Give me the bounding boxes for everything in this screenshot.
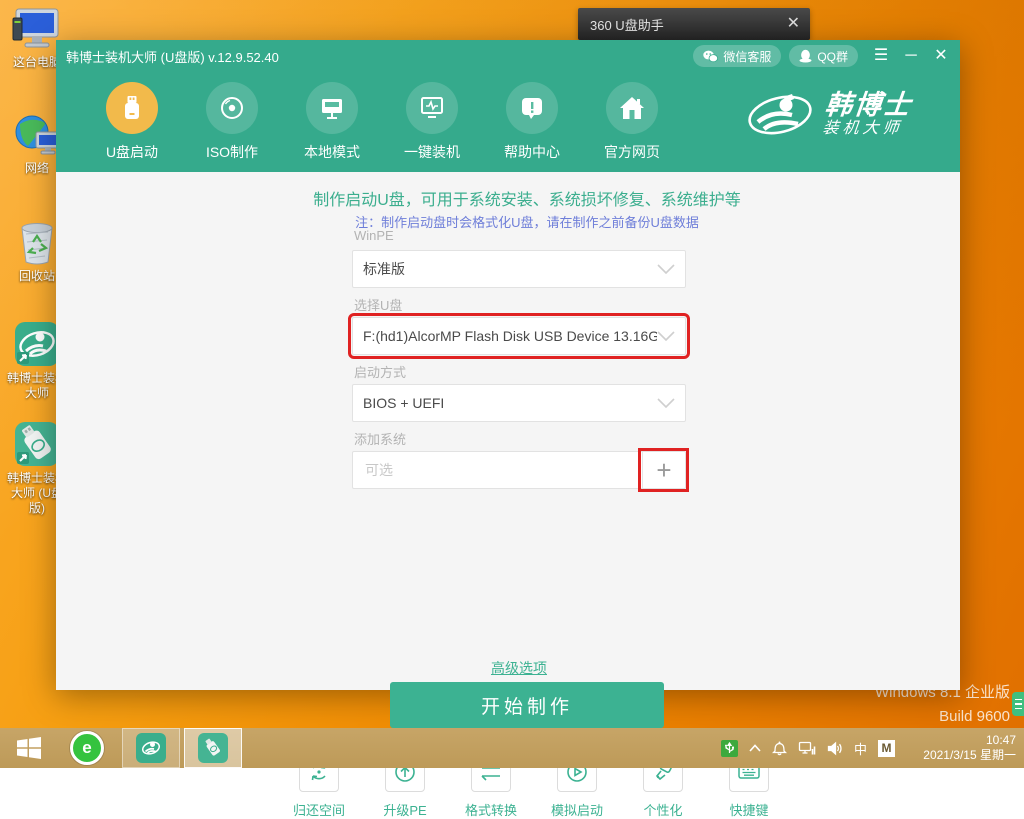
hanboshi-usb-app-icon — [198, 733, 228, 763]
advanced-options-container: 高级选项 — [352, 658, 686, 678]
taskbar-app-hanboshi[interactable] — [122, 728, 180, 768]
nav-item-one-key-install[interactable]: 一键装机 — [392, 82, 472, 162]
nav-label: 官方网页 — [592, 142, 672, 162]
tool-label: 归还空间 — [279, 800, 359, 819]
nav-label: 本地模式 — [292, 142, 372, 162]
winpe-select[interactable]: 标准版 — [352, 250, 686, 288]
computer-icon — [12, 6, 62, 52]
recycle-bin-icon — [14, 218, 60, 266]
hanboshi-usb-app-icon — [13, 420, 61, 468]
usb-select-value: F:(hd1)AlcorMP Flash Disk USB Device 13.… — [363, 328, 657, 344]
hanboshi-app-icon — [136, 733, 166, 763]
close-icon[interactable]: ✕ — [787, 16, 800, 32]
usb-helper-bar: 360 U盘助手 ✕ — [578, 8, 810, 40]
boot-mode-select[interactable]: BIOS + UEFI — [352, 384, 686, 422]
browser-e-icon: e — [82, 738, 91, 758]
minimize-button[interactable]: ─ — [896, 40, 926, 72]
nav-item-iso-create[interactable]: ISO制作 — [192, 82, 272, 162]
boot-mode-label: 启动方式 — [354, 362, 686, 380]
hanboshi-logo-icon — [746, 88, 814, 142]
start-button[interactable] — [0, 728, 58, 768]
network-tray-icon[interactable] — [798, 741, 816, 756]
brand-logo: 韩博士 装机大师 — [746, 88, 911, 142]
nav-item-local-mode[interactable]: 本地模式 — [292, 82, 372, 162]
advanced-options-link[interactable]: 高级选项 — [491, 660, 547, 676]
usb-select[interactable]: F:(hd1)AlcorMP Flash Disk USB Device 13.… — [352, 317, 686, 355]
add-system-button[interactable]: + — [642, 452, 685, 488]
usb-drive-icon — [106, 82, 158, 134]
boot-mode-value: BIOS + UEFI — [363, 395, 657, 411]
taskbar: e — [0, 728, 1024, 768]
watermark-build: Build 9600 — [875, 705, 1010, 729]
tool-label: 升级PE — [365, 800, 445, 819]
ime-mode-indicator[interactable]: M — [878, 740, 895, 757]
qq-group-button[interactable]: QQ群 — [789, 45, 858, 67]
wechat-support-button[interactable]: 微信客服 — [693, 45, 781, 67]
clock-time: 10:47 — [908, 733, 1016, 748]
network-icon — [12, 112, 62, 158]
notifications-bell-icon[interactable] — [772, 740, 787, 756]
qq-icon — [799, 49, 812, 63]
add-system-input[interactable] — [363, 461, 642, 479]
monitor-icon — [306, 82, 358, 134]
winpe-label: WinPE — [354, 228, 686, 246]
titlebar: 韩博士装机大师 (U盘版) v.12.9.52.40 微信客服 QQ群 ☰ ─ … — [56, 40, 960, 72]
nav-label: 帮助中心 — [492, 142, 572, 162]
nav-label: U盘启动 — [92, 142, 172, 162]
disc-icon — [206, 82, 258, 134]
brand-subtitle: 装机大师 — [821, 119, 910, 139]
nav-label: ISO制作 — [192, 142, 272, 162]
usb-helper-title: 360 U盘助手 — [590, 15, 787, 34]
chevron-down-icon — [657, 264, 675, 274]
content-panel: 制作启动U盘，可用于系统安装、系统损坏修复、系统维护等 注：制作启动盘时会格式化… — [56, 172, 960, 690]
brand-name: 韩博士 — [824, 91, 914, 119]
nav-item-help-center[interactable]: 帮助中心 — [492, 82, 572, 162]
usb-select-label: 选择U盘 — [354, 295, 686, 313]
winpe-value: 标准版 — [363, 259, 657, 279]
monitor-pulse-icon — [406, 82, 458, 134]
volume-speaker-icon[interactable] — [827, 741, 843, 756]
add-system-field: + — [352, 451, 686, 489]
show-hidden-icons-button[interactable] — [749, 744, 761, 752]
close-button[interactable]: ✕ — [926, 40, 956, 72]
nav-item-official-site[interactable]: 官方网页 — [592, 82, 672, 162]
start-create-button[interactable]: 开始制作 — [390, 682, 664, 728]
chevron-down-icon — [657, 398, 675, 408]
help-bubble-icon — [506, 82, 558, 134]
usb-tray-icon[interactable] — [721, 740, 738, 757]
clock-date: 2021/3/15 星期一 — [908, 748, 1016, 763]
taskbar-clock[interactable]: 10:47 2021/3/15 星期一 — [908, 733, 1016, 763]
window-title: 韩博士装机大师 (U盘版) v.12.9.52.40 — [66, 47, 693, 66]
system-tray: 中 M 10:47 2021/3/15 星期一 — [721, 728, 1024, 768]
chevron-down-icon — [657, 331, 675, 341]
taskbar-app-hanboshi-usb[interactable] — [184, 728, 242, 768]
menu-icon[interactable]: ☰ — [866, 40, 896, 72]
home-icon — [606, 82, 658, 134]
edge-widget-icon[interactable] — [1012, 692, 1024, 716]
nav-item-usb-boot[interactable]: U盘启动 — [92, 82, 172, 162]
qq-group-label: QQ群 — [817, 48, 848, 65]
tool-label: 快捷键 — [709, 800, 789, 819]
nav-label: 一键装机 — [392, 142, 472, 162]
browser-taskbar-button[interactable]: e — [70, 731, 104, 765]
add-system-label: 添加系统 — [354, 429, 686, 447]
windows-logo-icon — [16, 736, 42, 760]
page-title: 制作启动U盘，可用于系统安装、系统损坏修复、系统维护等 — [75, 186, 979, 210]
wechat-support-label: 微信客服 — [723, 48, 771, 65]
ime-language-indicator[interactable]: 中 — [854, 739, 867, 758]
tool-label: 模拟启动 — [537, 800, 617, 819]
tool-label: 个性化 — [623, 800, 703, 819]
tool-label: 格式转换 — [451, 800, 531, 819]
app-window: 韩博士装机大师 (U盘版) v.12.9.52.40 微信客服 QQ群 ☰ ─ … — [56, 40, 960, 690]
usb-create-form: WinPE 标准版 选择U盘 F:(hd1)AlcorMP Flash Disk… — [352, 228, 686, 496]
wechat-icon — [703, 50, 718, 63]
hanboshi-app-icon — [13, 320, 61, 368]
